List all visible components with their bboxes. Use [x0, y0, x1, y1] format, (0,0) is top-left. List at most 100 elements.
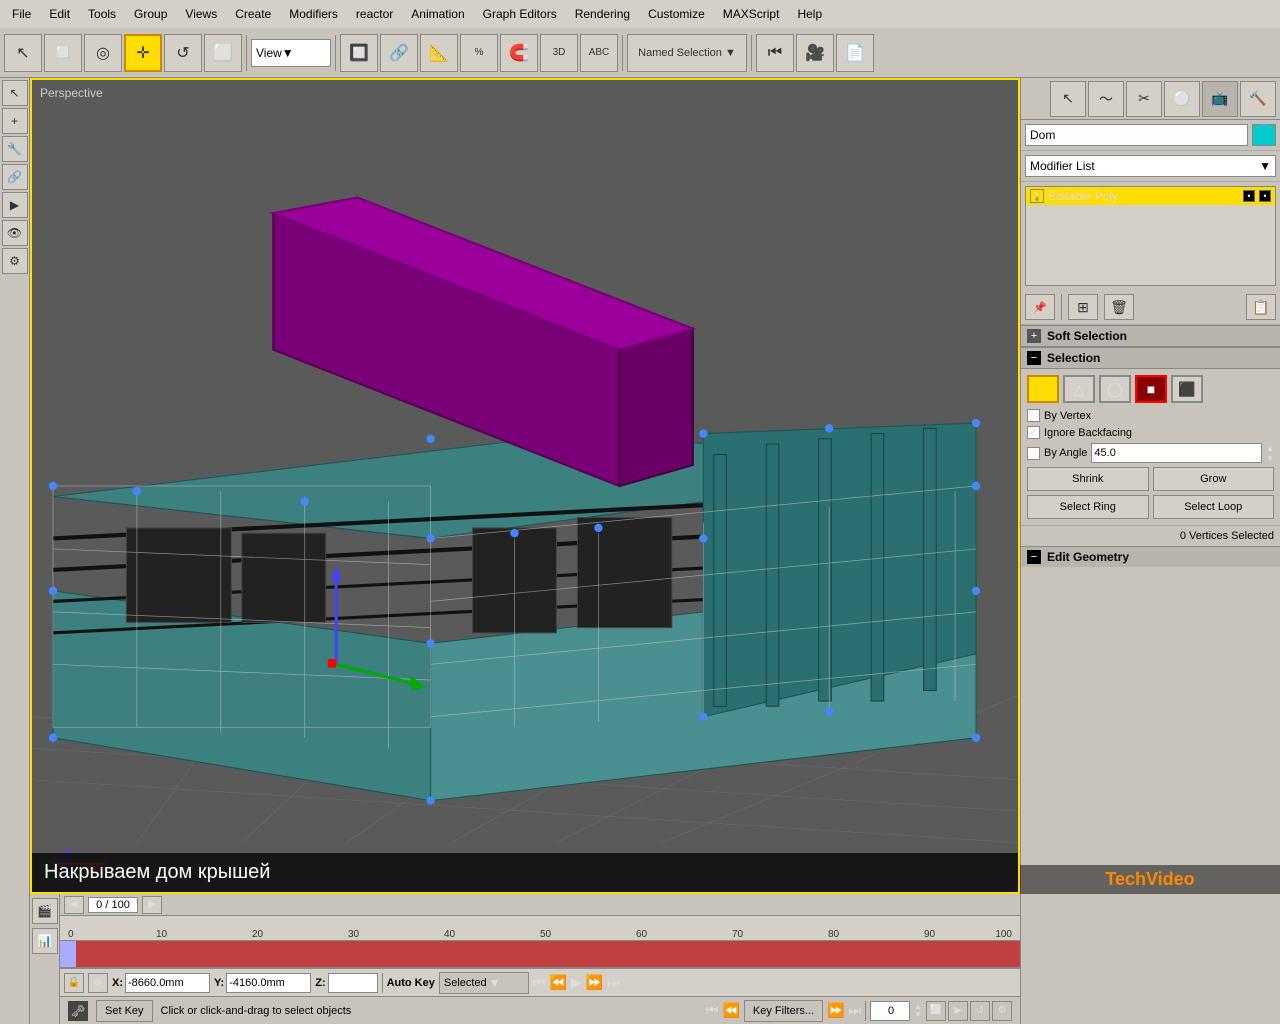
bottom-icon-1[interactable]: 🎬: [32, 898, 58, 924]
by-angle-checkbox[interactable]: [1027, 447, 1040, 460]
soft-sel-toggle[interactable]: +: [1027, 329, 1041, 343]
rp-curve-icon[interactable]: 〜: [1088, 81, 1124, 117]
menu-reactor[interactable]: reactor: [348, 5, 401, 23]
rp-display-icon[interactable]: 📺: [1202, 81, 1238, 117]
object-name-input[interactable]: [1025, 124, 1248, 146]
menu-file[interactable]: File: [4, 5, 39, 23]
subobj-border[interactable]: ◯: [1099, 375, 1131, 403]
menu-tools[interactable]: Tools: [80, 5, 124, 23]
toolbar-layers[interactable]: 📄: [836, 34, 874, 72]
coord-z-input[interactable]: [328, 973, 378, 993]
toolbar-3d[interactable]: 3D: [540, 34, 578, 72]
menu-graph-editors[interactable]: Graph Editors: [475, 5, 565, 23]
frame-spinner[interactable]: ▲ ▼: [914, 1003, 922, 1019]
shrink-btn[interactable]: Shrink: [1027, 467, 1149, 491]
configure-icon[interactable]: 📋: [1246, 294, 1276, 320]
toolbar-view-dropdown[interactable]: View ▼: [251, 39, 331, 67]
left-display[interactable]: 👁: [2, 220, 28, 246]
menu-help[interactable]: Help: [789, 5, 830, 23]
menu-rendering[interactable]: Rendering: [567, 5, 638, 23]
menu-create[interactable]: Create: [227, 5, 279, 23]
coord-type-icon[interactable]: ⊕: [88, 973, 108, 993]
toolbar-rect-select[interactable]: ⬜: [44, 34, 82, 72]
toolbar-select[interactable]: ↖: [4, 34, 42, 72]
menu-views[interactable]: Views: [177, 5, 225, 23]
rp-hammer-icon[interactable]: 🔨: [1240, 81, 1276, 117]
toolbar-mirror[interactable]: ⬜: [204, 34, 242, 72]
subobj-element[interactable]: ⬛: [1171, 375, 1203, 403]
ignore-backfacing-checkbox[interactable]: ✓: [1027, 426, 1040, 439]
toolbar-circle-select[interactable]: ◎: [84, 34, 122, 72]
toolbar-link[interactable]: 🔗: [380, 34, 418, 72]
edit-geo-toggle[interactable]: −: [1027, 550, 1041, 564]
next-key-btn[interactable]: ⏩: [586, 974, 603, 991]
select-ring-btn[interactable]: Select Ring: [1027, 495, 1149, 519]
modifier-list-dropdown[interactable]: Modifier List ▼: [1025, 155, 1276, 177]
extra-btn-1[interactable]: ⬜: [926, 1001, 946, 1021]
toolbar-align[interactable]: 📐: [420, 34, 458, 72]
next-frame-btn[interactable]: ⏭: [607, 974, 620, 991]
extra-btn-4[interactable]: ⚙: [992, 1001, 1012, 1021]
selected-dropdown[interactable]: Selected ▼: [439, 972, 529, 994]
kf-prev-btn[interactable]: ⏮: [706, 1002, 719, 1019]
left-motion[interactable]: ▶: [2, 192, 28, 218]
object-color-swatch[interactable]: [1252, 124, 1276, 146]
selection-header[interactable]: − Selection: [1021, 347, 1280, 369]
modifier-opts[interactable]: •: [1259, 190, 1271, 202]
grow-btn[interactable]: Grow: [1153, 467, 1275, 491]
toolbar-percent[interactable]: %: [460, 34, 498, 72]
modifier-editable-poly[interactable]: 💡 Editable Poly • •: [1026, 187, 1275, 205]
toolbar-move[interactable]: ✛: [124, 34, 162, 72]
kf-next2-btn[interactable]: ⏭: [848, 1002, 861, 1019]
left-select[interactable]: ↖: [2, 80, 28, 106]
left-hierarchy[interactable]: 🔗: [2, 164, 28, 190]
menu-customize[interactable]: Customize: [640, 5, 713, 23]
kf-prev2-btn[interactable]: ⏪: [722, 1002, 739, 1019]
menu-maxscript[interactable]: MAXScript: [715, 5, 788, 23]
rp-select-icon[interactable]: ↖: [1050, 81, 1086, 117]
timeline-forward[interactable]: ▶: [142, 896, 162, 914]
soft-selection-header[interactable]: + Soft Selection: [1021, 325, 1280, 347]
menu-group[interactable]: Group: [126, 5, 175, 23]
menu-modifiers[interactable]: Modifiers: [281, 5, 346, 23]
select-loop-btn[interactable]: Select Loop: [1153, 495, 1275, 519]
extra-btn-2[interactable]: ▶: [948, 1001, 968, 1021]
rp-scissors-icon[interactable]: ✂: [1126, 81, 1162, 117]
subobj-edge[interactable]: △: [1063, 375, 1095, 403]
toolbar-magnet[interactable]: 🧲: [500, 34, 538, 72]
left-create[interactable]: +: [2, 108, 28, 134]
angle-input[interactable]: [1091, 443, 1262, 463]
menu-animation[interactable]: Animation: [403, 5, 472, 23]
toolbar-render[interactable]: 🎥: [796, 34, 834, 72]
lock-icon[interactable]: 🔒: [64, 973, 84, 993]
main-viewport[interactable]: Perspective: [30, 78, 1020, 894]
toolbar-abc[interactable]: ABC: [580, 34, 618, 72]
menu-edit[interactable]: Edit: [41, 5, 78, 23]
toolbar-snap[interactable]: ⏮: [756, 34, 794, 72]
modifier-expand[interactable]: •: [1243, 190, 1255, 202]
toolbar-named-sel-dropdown[interactable]: Named Selection ▼: [627, 34, 747, 72]
left-modify[interactable]: 🔧: [2, 136, 28, 162]
kf-next-btn[interactable]: ⏩: [827, 1002, 844, 1019]
frame-input[interactable]: [870, 1001, 910, 1021]
angle-spinner[interactable]: ▲ ▼: [1266, 444, 1274, 463]
rp-sphere-icon[interactable]: ⚪: [1164, 81, 1200, 117]
sel-toggle[interactable]: −: [1027, 351, 1041, 365]
key-filters-btn[interactable]: Key Filters...: [744, 1000, 823, 1022]
toolbar-undo[interactable]: ↺: [164, 34, 202, 72]
subobj-vertex[interactable]: ·: [1027, 375, 1059, 403]
coord-x-input[interactable]: [125, 973, 210, 993]
timeline-track[interactable]: [60, 941, 1020, 968]
timeline-back[interactable]: ◀: [64, 896, 84, 914]
play-btn[interactable]: ▶: [571, 974, 582, 991]
left-utils[interactable]: ⚙: [2, 248, 28, 274]
set-key-btn[interactable]: Set Key: [96, 1000, 153, 1022]
extra-btn-3[interactable]: ↺: [970, 1001, 990, 1021]
coord-y-input[interactable]: [226, 973, 311, 993]
remove-modifier-icon[interactable]: 🗑: [1104, 294, 1134, 320]
subobj-poly[interactable]: ■: [1135, 375, 1167, 403]
edit-geometry-header[interactable]: − Edit Geometry: [1021, 546, 1280, 567]
make-unique-icon[interactable]: ⊞: [1068, 294, 1098, 320]
by-vertex-checkbox[interactable]: [1027, 409, 1040, 422]
bottom-icon-2[interactable]: 📊: [32, 928, 58, 954]
